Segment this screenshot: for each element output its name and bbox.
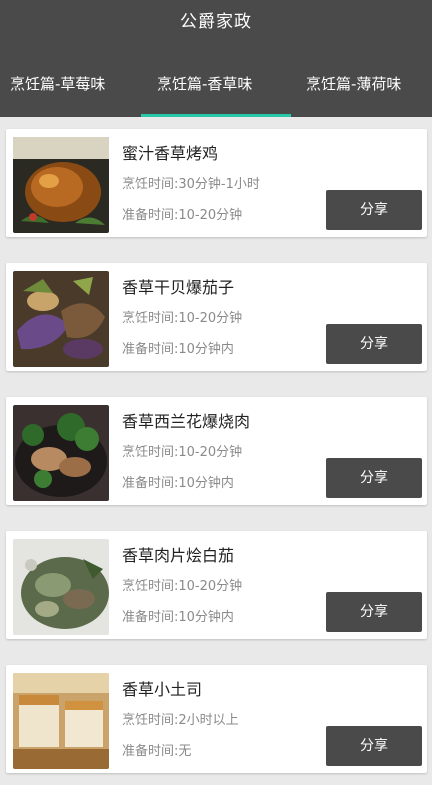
tab-vanilla[interactable]: 烹饪篇-香草味 xyxy=(157,73,252,94)
dish-name: 蜜汁香草烤鸡 xyxy=(122,144,219,163)
recipe-thumbnail xyxy=(13,673,109,769)
recipe-card[interactable]: 香草西兰花爆烧肉 烹饪时间:10-20分钟 准备时间:10分钟内 分享 xyxy=(6,397,427,505)
tab-bar: 烹饪篇-草莓味 烹饪篇-香草味 烹饪篇-薄荷味 xyxy=(0,62,432,117)
share-button[interactable]: 分享 xyxy=(326,592,422,632)
tab-mint[interactable]: 烹饪篇-薄荷味 xyxy=(306,73,401,94)
dish-name: 香草肉片烩白茄 xyxy=(122,546,235,565)
app-bar: 公爵家政 烹饪篇-草莓味 烹饪篇-香草味 烹饪篇-薄荷味 xyxy=(0,0,432,117)
recipe-card[interactable]: 香草小土司 烹饪时间:2小时以上 准备时间:无 分享 xyxy=(6,665,427,773)
prep-time: 准备时间:无 xyxy=(122,744,192,759)
dish-name: 香草西兰花爆烧肉 xyxy=(122,412,251,431)
recipe-list[interactable]: 蜜汁香草烤鸡 烹饪时间:30分钟-1小时 准备时间:10-20分钟 分享 香草干… xyxy=(0,117,432,785)
recipe-thumbnail xyxy=(13,539,109,635)
share-button[interactable]: 分享 xyxy=(326,726,422,766)
share-button[interactable]: 分享 xyxy=(326,324,422,364)
share-button[interactable]: 分享 xyxy=(326,190,422,230)
share-button[interactable]: 分享 xyxy=(326,458,422,498)
prep-time: 准备时间:10-20分钟 xyxy=(122,208,243,223)
prep-time: 准备时间:10分钟内 xyxy=(122,610,234,625)
dish-name: 香草小土司 xyxy=(122,680,203,699)
recipe-thumbnail xyxy=(13,271,109,367)
cook-time: 烹饪时间:10-20分钟 xyxy=(122,579,243,594)
recipe-card[interactable]: 蜜汁香草烤鸡 烹饪时间:30分钟-1小时 准备时间:10-20分钟 分享 xyxy=(6,129,427,237)
cook-time: 烹饪时间:2小时以上 xyxy=(122,713,239,728)
recipe-thumbnail xyxy=(13,405,109,501)
prep-time: 准备时间:10分钟内 xyxy=(122,476,234,491)
recipe-card[interactable]: 香草肉片烩白茄 烹饪时间:10-20分钟 准备时间:10分钟内 分享 xyxy=(6,531,427,639)
cook-time: 烹饪时间:30分钟-1小时 xyxy=(122,177,260,192)
tab-strawberry[interactable]: 烹饪篇-草莓味 xyxy=(10,73,105,94)
prep-time: 准备时间:10分钟内 xyxy=(122,342,234,357)
app-title: 公爵家政 xyxy=(180,12,252,32)
cook-time: 烹饪时间:10-20分钟 xyxy=(122,311,243,326)
recipe-thumbnail xyxy=(13,137,109,233)
dish-name: 香草干贝爆茄子 xyxy=(122,278,235,297)
recipe-card[interactable]: 香草干贝爆茄子 烹饪时间:10-20分钟 准备时间:10分钟内 分享 xyxy=(6,263,427,371)
cook-time: 烹饪时间:10-20分钟 xyxy=(122,445,243,460)
